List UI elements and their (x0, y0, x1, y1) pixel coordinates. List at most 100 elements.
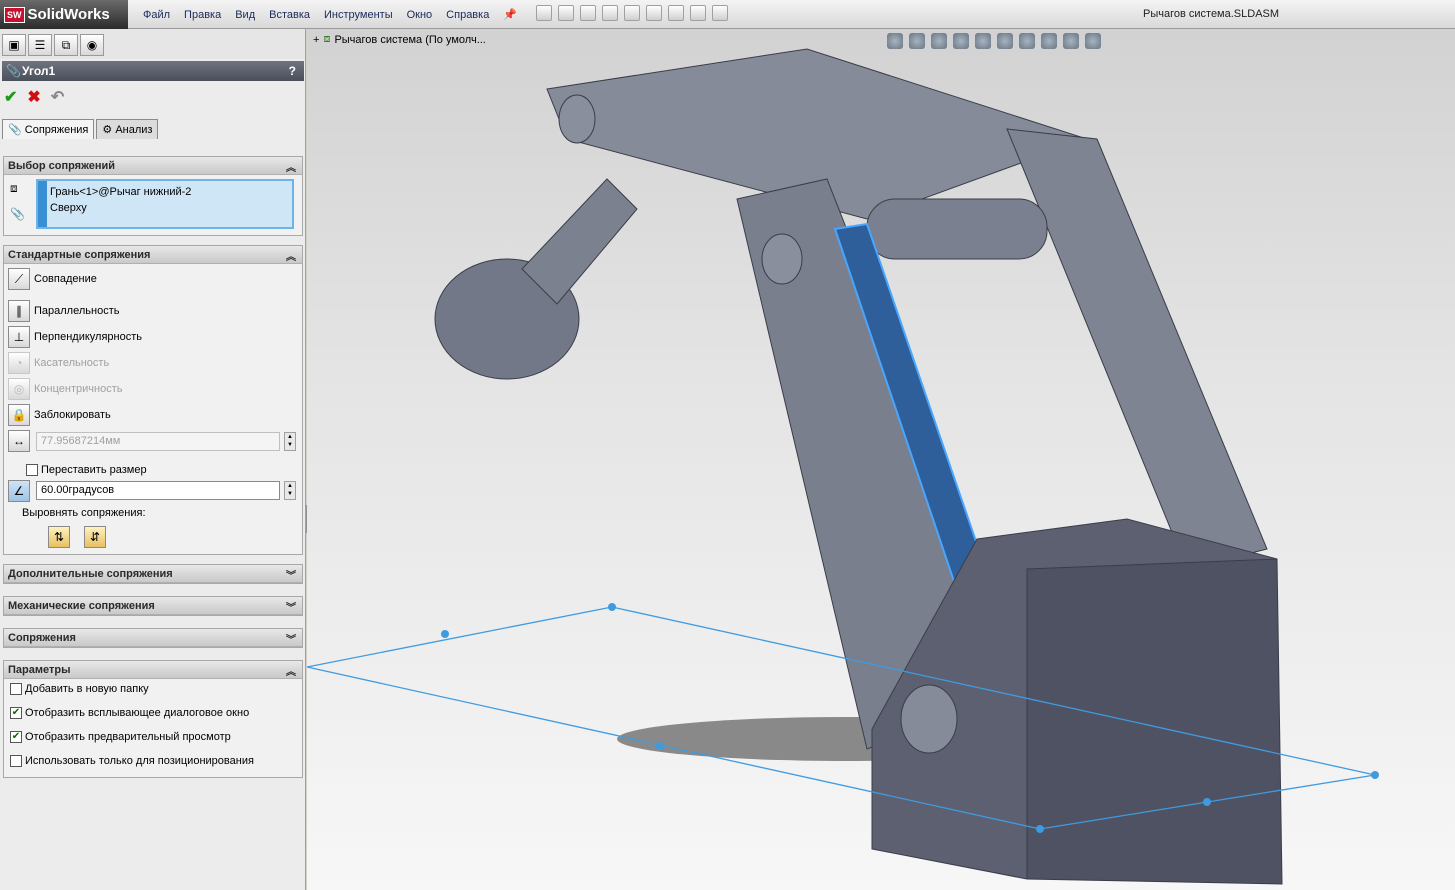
aligned-icon[interactable]: ⇅ (48, 526, 70, 548)
perpendicular-mate[interactable]: ⊥ Перпендикулярность (8, 326, 142, 348)
ok-check-icon[interactable]: ✔ (4, 87, 17, 107)
print-icon[interactable] (602, 5, 618, 21)
perpendicular-icon: ⊥ (8, 326, 30, 348)
logo-text: SolidWorks (27, 6, 110, 23)
axle[interactable] (866, 198, 1048, 260)
coincident-mate[interactable]: ⟋ Совпадение (8, 268, 97, 290)
open-icon[interactable] (558, 5, 574, 21)
plane-handle[interactable] (1371, 771, 1379, 779)
option-new-folder[interactable]: Добавить в новую папку (10, 683, 149, 696)
rear-lever[interactable] (1006, 128, 1268, 570)
tab-analysis[interactable]: ⚙ Анализ (96, 119, 159, 139)
property-manager-tab-icon[interactable]: ☰ (28, 34, 52, 56)
advanced-mates-section[interactable]: Дополнительные сопряжения ︾ (3, 564, 303, 584)
standard-mates-section: Стандартные сопряжения ︽ ⟋ Совпадение ∥ Пар… (3, 245, 303, 555)
graphics-area[interactable]: + ⧈ Рычагов система (По умолч... (307, 29, 1455, 890)
distance-value-field[interactable]: 77.95687214мм (36, 432, 280, 451)
mechanical-mates-section[interactable]: Механические сопряжения ︾ (3, 596, 303, 616)
plane-handle[interactable] (608, 603, 616, 611)
cancel-x-icon[interactable]: ✖ (27, 87, 40, 107)
option-checkbox[interactable] (10, 755, 22, 768)
knob-stem[interactable] (521, 178, 638, 305)
file-props-icon[interactable] (690, 5, 706, 21)
collapse-up-icon[interactable]: ︽ (286, 248, 296, 263)
option-checkbox[interactable] (10, 683, 22, 696)
tangent-label: Касательность (34, 357, 110, 369)
flip-dimension-row[interactable]: Переставить размер (26, 464, 147, 477)
advanced-mates-header[interactable]: Дополнительные сопряжения ︾ (4, 565, 302, 583)
option-positioning-only[interactable]: Использовать только для позиционирования (10, 755, 254, 768)
new-icon[interactable] (536, 5, 552, 21)
solidworks-logo[interactable]: SW SolidWorks (0, 0, 128, 29)
undo-mate-icon[interactable]: ↶ (51, 87, 64, 107)
pm-title-bar: 📎 Угол1 ? (2, 61, 304, 81)
undo-icon[interactable] (624, 5, 640, 21)
pin[interactable] (558, 94, 596, 144)
mate-selection-section: Выбор сопряжений ︽ ⧈ 📎 Грань<1>@Рычаг ниж… (3, 156, 303, 236)
help-button[interactable]: ? (289, 64, 296, 78)
selection-item[interactable]: Сверху (50, 200, 280, 216)
menu-tools[interactable]: Инструменты (317, 9, 400, 21)
option-preview[interactable]: ✔ Отобразить предварительный просмотр (10, 731, 231, 744)
perpendicular-label: Перпендикулярность (34, 331, 143, 343)
plane-handle[interactable] (441, 630, 449, 638)
option-checkbox[interactable]: ✔ (10, 707, 22, 720)
angle-icon: ∠ (8, 480, 30, 502)
option-checkbox[interactable]: ✔ (10, 731, 22, 744)
menu-help[interactable]: Справка (439, 9, 496, 21)
menu-view[interactable]: Вид (228, 9, 262, 21)
display-manager-tab-icon[interactable]: ◉ (80, 34, 104, 56)
collapse-up-icon[interactable]: ︽ (286, 159, 296, 174)
concentric-label: Концентричность (34, 383, 123, 395)
config-manager-tab-icon[interactable]: ⧉ (54, 34, 78, 56)
feature-manager-tab-icon[interactable]: ▣ (2, 34, 26, 56)
plane-handle[interactable] (1203, 798, 1211, 806)
flip-dimension-checkbox[interactable] (26, 464, 38, 477)
pin[interactable] (761, 233, 803, 285)
tangent-mate[interactable]: ◔ Касательность (8, 352, 109, 374)
mate-selection-header[interactable]: Выбор сопряжений ︽ (4, 157, 302, 175)
align-label: Выровнять сопряжения: (22, 507, 146, 519)
concentric-icon: ◎ (8, 378, 30, 400)
analysis-icon: ⚙ (102, 124, 113, 136)
selection-item[interactable]: Грань<1>@Рычаг нижний-2 (50, 184, 280, 200)
menu-insert[interactable]: Вставка (262, 9, 317, 21)
pin-icon[interactable]: 📌 (496, 8, 524, 21)
expand-down-icon[interactable]: ︾ (286, 567, 296, 582)
menu-bar: Файл Правка Вид Вставка Инструменты Окно… (136, 0, 524, 29)
pm-title: Угол1 (22, 64, 56, 78)
options-icon[interactable] (712, 5, 728, 21)
option-popup-dialog[interactable]: ✔ Отобразить всплывающее диалоговое окно (10, 707, 249, 720)
mates-list-header[interactable]: Сопряжения ︾ (4, 629, 302, 647)
save-icon[interactable] (580, 5, 596, 21)
parallel-mate[interactable]: ∥ Параллельность (8, 300, 119, 322)
menu-edit[interactable]: Правка (177, 9, 228, 21)
menu-window[interactable]: Окно (400, 9, 440, 21)
base-block-face[interactable] (1026, 558, 1283, 885)
collapse-up-icon[interactable]: ︽ (286, 663, 296, 678)
pin[interactable] (900, 684, 958, 754)
expand-down-icon[interactable]: ︾ (286, 631, 296, 646)
options-header[interactable]: Параметры ︽ (4, 661, 302, 679)
concentric-mate[interactable]: ◎ Концентричность (8, 378, 122, 400)
rebuild-icon[interactable] (668, 5, 684, 21)
options-section: Параметры ︽ Добавить в новую папку ✔ Отобр… (3, 660, 303, 778)
distance-mate[interactable]: ↔ (8, 430, 30, 452)
lock-mate[interactable]: 🔒 Заблокировать (8, 404, 111, 426)
select-icon[interactable] (646, 5, 662, 21)
menu-file[interactable]: Файл (136, 9, 177, 21)
angle-spinner[interactable]: ▲ ▼ (284, 481, 296, 500)
expand-down-icon[interactable]: ︾ (286, 599, 296, 614)
mates-list-section[interactable]: Сопряжения ︾ (3, 628, 303, 648)
plane-handle[interactable] (1036, 825, 1044, 833)
mate-selection-list[interactable]: Грань<1>@Рычаг нижний-2 Сверху (36, 179, 294, 229)
plane-handle[interactable] (656, 742, 664, 750)
anti-aligned-icon[interactable]: ⇵ (84, 526, 106, 548)
angle-mate[interactable]: ∠ (8, 480, 30, 502)
angle-value-field[interactable]: 60.00градусов (36, 481, 280, 500)
standard-mates-header[interactable]: Стандартные сопряжения ︽ (4, 246, 302, 264)
model-canvas[interactable] (307, 29, 1455, 890)
tab-mates[interactable]: 📎 Сопряжения (2, 119, 95, 139)
distance-spinner[interactable]: ▲ ▼ (284, 432, 296, 451)
mechanical-mates-header[interactable]: Механические сопряжения ︾ (4, 597, 302, 615)
